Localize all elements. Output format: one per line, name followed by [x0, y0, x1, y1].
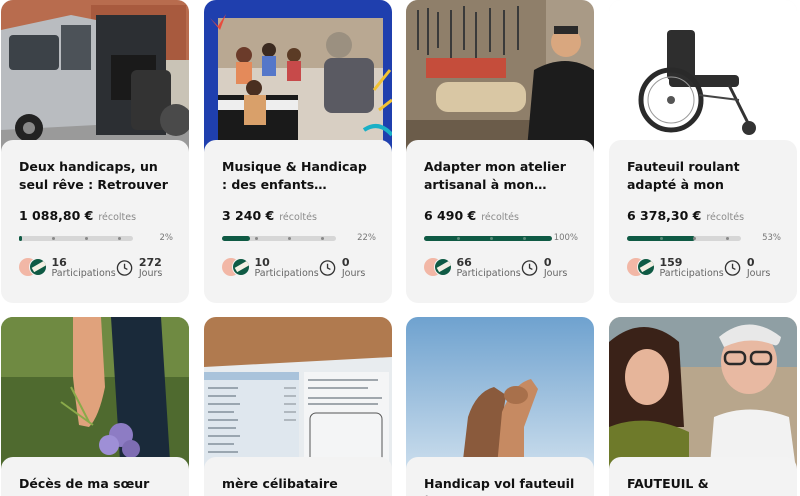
campaign-card-body: Décès de ma sœur	[1, 457, 189, 496]
amount-raised: 1 088,80 €	[19, 208, 94, 223]
participant-avatars	[627, 258, 655, 278]
clock-icon	[319, 260, 336, 276]
campaign-image-wheelchair[interactable]	[609, 0, 797, 160]
campaign-card-body: FAUTEUIL & VEHICULE	[609, 457, 797, 496]
campaign-card[interactable]: Fauteuil roulant adapté à mon handicap &…	[609, 0, 797, 303]
days-label: Jours	[746, 268, 771, 279]
campaign-card[interactable]: Adapter mon atelier artisanal à mon… 6 4…	[406, 0, 594, 303]
campaign-card-body: mère célibataire	[204, 457, 392, 496]
campaign-image-flowers[interactable]	[1, 317, 189, 477]
amount-raised: 6 490 €	[424, 208, 477, 223]
progress-bar	[222, 235, 336, 241]
progress-percent: 2%	[159, 233, 174, 243]
campaign-title[interactable]: Adapter mon atelier artisanal à mon…	[424, 158, 578, 194]
campaign-image-hands[interactable]	[406, 317, 594, 477]
campaign-grid: Deux handicaps, un seul rêve : Retrouver…	[0, 0, 800, 496]
campaign-card-body: Adapter mon atelier artisanal à mon… 6 4…	[406, 140, 594, 279]
days-count: 272	[138, 256, 162, 269]
days-label: Jours	[543, 268, 568, 279]
amount-raised-label: récoltes	[98, 212, 137, 223]
campaign-card-body: Handicap vol fauteuil à	[406, 457, 594, 496]
participations-label: Participations	[659, 268, 724, 279]
participations-count: 66	[456, 256, 472, 269]
campaign-card-body: Fauteuil roulant adapté à mon handicap &…	[609, 140, 797, 279]
clock-icon	[521, 260, 538, 276]
progress-bar	[627, 235, 741, 241]
progress-percent: 22%	[357, 233, 376, 243]
participations-label: Participations	[254, 268, 319, 279]
clock-icon	[116, 260, 133, 276]
campaign-card[interactable]: Décès de ma sœur	[1, 317, 189, 496]
progress-percent: 53%	[762, 233, 781, 243]
campaign-card[interactable]: Handicap vol fauteuil à	[406, 317, 594, 496]
campaign-card[interactable]: FAUTEUIL & VEHICULE	[609, 317, 797, 496]
amount-raised: 3 240 €	[222, 208, 275, 223]
campaign-card[interactable]: Musique & Handicap : des enfants… 3 240 …	[204, 0, 392, 303]
campaign-title[interactable]: Musique & Handicap : des enfants…	[222, 158, 376, 194]
amount-raised-label: récoltés	[279, 212, 317, 223]
participations-count: 159	[659, 256, 683, 269]
campaign-image-van[interactable]	[1, 0, 189, 160]
participant-avatars	[19, 258, 47, 278]
campaign-image-workshop[interactable]	[406, 0, 594, 160]
campaign-card[interactable]: mère célibataire	[204, 317, 392, 496]
participant-avatars	[222, 258, 250, 278]
days-label: Jours	[341, 268, 366, 279]
progress-bar	[19, 235, 133, 241]
participant-avatars	[424, 258, 452, 278]
participations-label: Participations	[456, 268, 521, 279]
days-count: 0	[543, 256, 552, 269]
campaign-image-music[interactable]	[204, 0, 392, 160]
campaign-title[interactable]: Décès de ma sœur	[19, 475, 173, 496]
participations-count: 16	[51, 256, 67, 269]
clock-icon	[724, 260, 741, 276]
campaign-title[interactable]: mère célibataire	[222, 475, 376, 496]
participations-count: 10	[254, 256, 270, 269]
campaign-card-body: Deux handicaps, un seul rêve : Retrouver…	[1, 140, 189, 279]
campaign-card[interactable]: Deux handicaps, un seul rêve : Retrouver…	[1, 0, 189, 303]
participations-label: Participations	[51, 268, 116, 279]
amount-raised-label: récoltés	[481, 212, 519, 223]
campaign-title[interactable]: Fauteuil roulant adapté à mon handicap &…	[627, 158, 781, 194]
days-count: 0	[341, 256, 350, 269]
campaign-title[interactable]: Handicap vol fauteuil à	[424, 475, 578, 496]
campaign-title[interactable]: Deux handicaps, un seul rêve : Retrouver…	[19, 158, 173, 194]
amount-raised-label: récoltés	[706, 212, 745, 223]
amount-raised: 6 378,30 €	[627, 208, 702, 223]
campaign-image-document[interactable]	[204, 317, 392, 477]
days-count: 0	[746, 256, 755, 269]
campaign-image-people[interactable]	[609, 317, 797, 477]
campaign-title[interactable]: FAUTEUIL & VEHICULE	[627, 475, 781, 496]
days-label: Jours	[138, 268, 163, 279]
campaign-card-body: Musique & Handicap : des enfants… 3 240 …	[204, 140, 392, 279]
progress-bar	[424, 235, 552, 241]
